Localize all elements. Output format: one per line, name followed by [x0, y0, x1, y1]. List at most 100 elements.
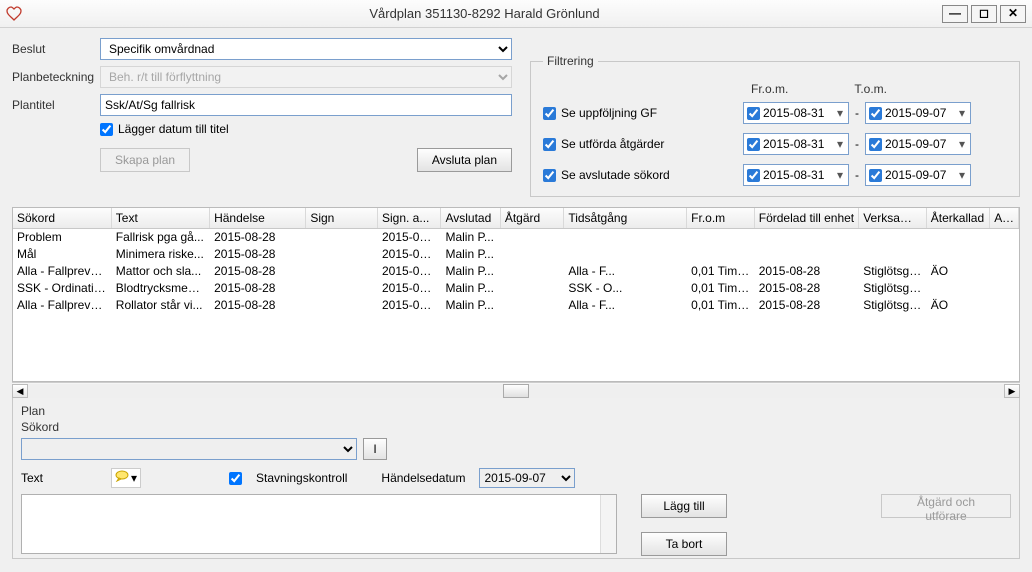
sokord-label: Sökord [21, 420, 1011, 434]
col-avs[interactable]: Avs [990, 208, 1019, 228]
from-date-0[interactable]: 2015-08-31▾ [743, 102, 849, 124]
cell: Malin P... [441, 228, 500, 245]
to-date-0[interactable]: 2015-09-07▾ [865, 102, 971, 124]
cell [564, 245, 687, 262]
table-header-row: Sökord Text Händelse Sign Sign. a... Avs… [13, 208, 1019, 228]
table-row[interactable]: SSK - Ordinatio...Blodtrycksmedi...2015-… [13, 279, 1019, 296]
to-date-1[interactable]: 2015-09-07▾ [865, 133, 971, 155]
spellcheck-checkbox[interactable] [229, 472, 242, 485]
cell: Alla - F... [564, 262, 687, 279]
chevron-down-icon[interactable]: ▾ [835, 168, 845, 182]
horizontal-scrollbar[interactable]: ◀ ▶ [12, 382, 1020, 398]
minimize-button[interactable]: — [942, 5, 968, 23]
add-button[interactable]: Lägg till [641, 494, 727, 518]
app-icon [6, 6, 22, 22]
dash: - [855, 168, 859, 182]
cell [306, 228, 378, 245]
cell: 2015-08-28 [210, 245, 306, 262]
cell [990, 245, 1019, 262]
filter-actions-label: Se utförda åtgärder [561, 137, 664, 151]
add-date-label: Lägger datum till titel [118, 122, 229, 136]
col-sign[interactable]: Sign [306, 208, 378, 228]
col-avslutad[interactable]: Avslutad [441, 208, 500, 228]
from-date-2[interactable]: 2015-08-31▾ [743, 164, 849, 186]
scroll-thumb[interactable] [503, 384, 529, 398]
maximize-button[interactable]: ◻ [971, 5, 997, 23]
filter-actions-checkbox[interactable] [543, 138, 556, 151]
cell: Fallrisk pga gå... [111, 228, 209, 245]
col-signa[interactable]: Sign. a... [378, 208, 441, 228]
chevron-down-icon[interactable]: ▾ [957, 137, 967, 151]
cell [306, 296, 378, 313]
planbeteckning-label: Planbeteckning [12, 70, 100, 84]
col-tidsatgang[interactable]: Tidsåtgång [564, 208, 687, 228]
info-button[interactable]: I [363, 438, 387, 460]
chevron-down-icon[interactable]: ▾ [835, 106, 845, 120]
cell [990, 296, 1019, 313]
table-row[interactable]: ProblemFallrisk pga gå...2015-08-282015-… [13, 228, 1019, 245]
beslut-select[interactable]: Specifik omvårdnad [100, 38, 512, 60]
event-date-select[interactable]: 2015-09-07 [479, 468, 575, 488]
from-date-0-check[interactable] [747, 107, 760, 120]
table-row[interactable]: Alla - Fallpreve...Mattor och sla...2015… [13, 262, 1019, 279]
to-date-0-check[interactable] [869, 107, 882, 120]
cell: Minimera riske... [111, 245, 209, 262]
from-date-1[interactable]: 2015-08-31▾ [743, 133, 849, 155]
avsluta-plan-button[interactable]: Avsluta plan [417, 148, 512, 172]
remove-button[interactable]: Ta bort [641, 532, 727, 556]
cell [926, 245, 989, 262]
cell [306, 245, 378, 262]
plantitel-input[interactable] [100, 94, 512, 116]
chevron-down-icon[interactable]: ▾ [957, 106, 967, 120]
cell [859, 245, 927, 262]
plan-table[interactable]: Sökord Text Händelse Sign Sign. a... Avs… [12, 207, 1020, 382]
from-date-0-text: 2015-08-31 [763, 106, 835, 120]
col-verksamhet[interactable]: Verksamhet [859, 208, 927, 228]
col-atgard[interactable]: Åtgärd [500, 208, 563, 228]
speech-bubble-icon[interactable]: ▾ [111, 468, 141, 488]
col-sokord[interactable]: Sökord [13, 208, 111, 228]
filter-closed-checkbox[interactable] [543, 169, 556, 182]
cell [306, 279, 378, 296]
beslut-label: Beslut [12, 42, 100, 56]
col-aterkallad[interactable]: Återkallad [926, 208, 989, 228]
to-date-2-check[interactable] [869, 169, 882, 182]
scroll-left-icon[interactable]: ◀ [12, 384, 28, 398]
chevron-down-icon[interactable]: ▾ [957, 168, 967, 182]
cell: Malin P... [441, 296, 500, 313]
table-row[interactable]: Alla - Fallpreve...Rollator står vi...20… [13, 296, 1019, 313]
to-date-2[interactable]: 2015-09-07▾ [865, 164, 971, 186]
col-from[interactable]: Fr.o.m [687, 208, 755, 228]
filter-gf-checkbox[interactable] [543, 107, 556, 120]
from-date-2-check[interactable] [747, 169, 760, 182]
sokord-select[interactable] [21, 438, 357, 460]
cell [687, 228, 755, 245]
scroll-right-icon[interactable]: ▶ [1004, 384, 1020, 398]
cell: Stiglötsg A dem... [859, 262, 927, 279]
cell: Malin P... [441, 279, 500, 296]
cell: Mål [13, 245, 111, 262]
col-handelse[interactable]: Händelse [210, 208, 306, 228]
chevron-down-icon[interactable]: ▾ [835, 137, 845, 151]
col-fordelad[interactable]: Fördelad till enhet [754, 208, 858, 228]
cell: Blodtrycksmedi... [111, 279, 209, 296]
from-date-1-check[interactable] [747, 138, 760, 151]
editor-scrollbar[interactable] [600, 495, 616, 553]
cell: Problem [13, 228, 111, 245]
scroll-track[interactable] [28, 384, 1004, 398]
col-text[interactable]: Text [111, 208, 209, 228]
table-row[interactable]: MålMinimera riske...2015-08-282015-08-28… [13, 245, 1019, 262]
cell [500, 245, 563, 262]
close-button[interactable]: ✕ [1000, 5, 1026, 23]
from-date-2-text: 2015-08-31 [763, 168, 835, 182]
dash: - [855, 106, 859, 120]
cell [990, 228, 1019, 245]
cell: 2015-08-28 [754, 262, 858, 279]
cell: ÄO [926, 296, 989, 313]
add-date-checkbox[interactable] [100, 123, 113, 136]
to-date-1-check[interactable] [869, 138, 882, 151]
from-date-1-text: 2015-08-31 [763, 137, 835, 151]
cell: 2015-08-28 [754, 296, 858, 313]
event-date-label: Händelsedatum [381, 471, 465, 485]
text-editor[interactable] [21, 494, 617, 554]
